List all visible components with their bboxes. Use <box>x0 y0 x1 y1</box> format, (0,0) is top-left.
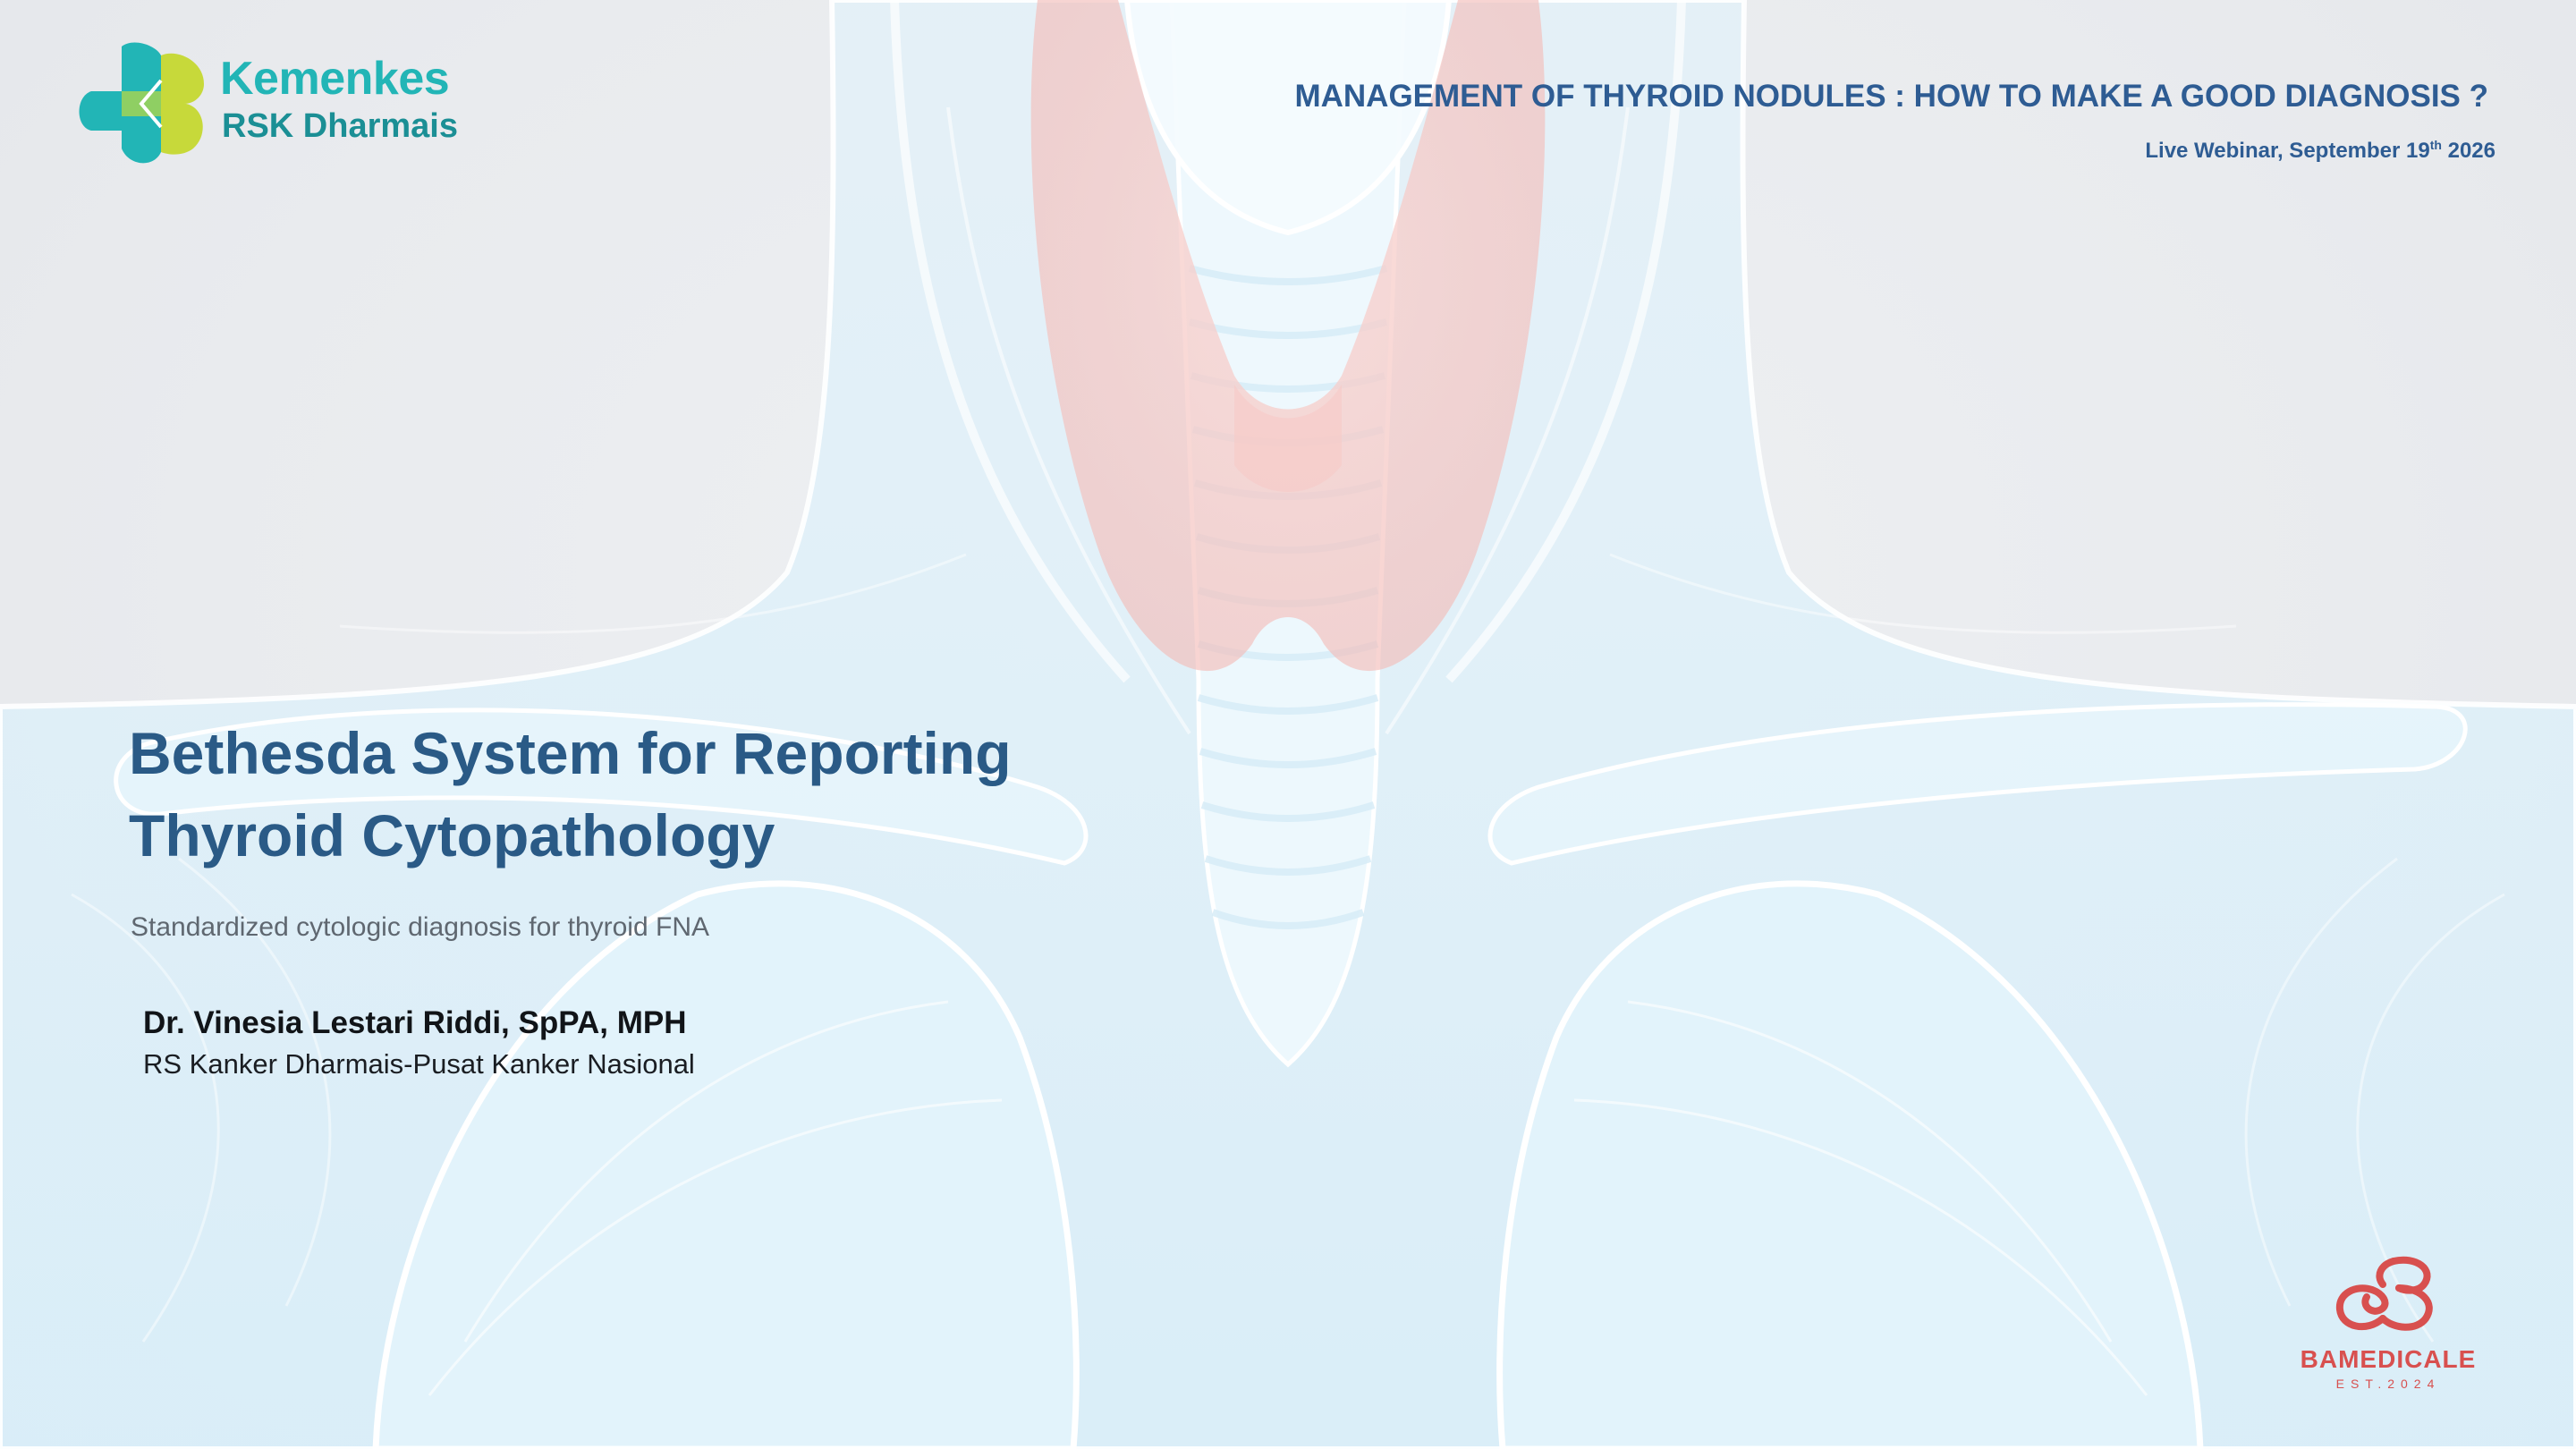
kemenkes-logo: Kemenkes RSK Dharmais <box>79 41 472 175</box>
event-date-ordinal: th <box>2429 138 2442 152</box>
speaker-name: Dr. Vinesia Lestari Riddi, SpPA, MPH <box>143 1005 687 1040</box>
bamedicale-logo: BAMEDICALE EST.2024 <box>2272 1252 2504 1404</box>
slide-title: Bethesda System for Reporting Thyroid Cy… <box>129 712 1292 877</box>
event-date-text: Live Webinar, September 19 <box>2145 139 2430 163</box>
event-date-year: 2026 <box>2441 139 2496 163</box>
slide-title-line-2: Thyroid Cytopathology <box>129 802 775 869</box>
event-date: Live Webinar, September 19th 2026 <box>2145 138 2496 163</box>
bamedicale-wordmark: BAMEDICALE <box>2300 1345 2477 1373</box>
logo-wordmark-rsk-dharmais: RSK Dharmais <box>222 107 458 145</box>
bamedicale-knot-logo-icon <box>2335 1256 2433 1331</box>
title-slide: Kemenkes RSK Dharmais MANAGEMENT OF THYR… <box>0 0 2576 1449</box>
speaker-affiliation: RS Kanker Dharmais-Pusat Kanker Nasional <box>143 1048 695 1080</box>
logo-wordmark-kemenkes: Kemenkes <box>220 53 450 105</box>
kemenkes-clover-logo-icon <box>79 42 204 164</box>
bamedicale-established: EST.2024 <box>2335 1377 2441 1391</box>
slide-title-line-1: Bethesda System for Reporting <box>129 720 1012 786</box>
event-title: MANAGEMENT OF THYROID NODULES : HOW TO M… <box>1294 79 2488 114</box>
slide-subtitle: Standardized cytologic diagnosis for thy… <box>131 912 709 942</box>
